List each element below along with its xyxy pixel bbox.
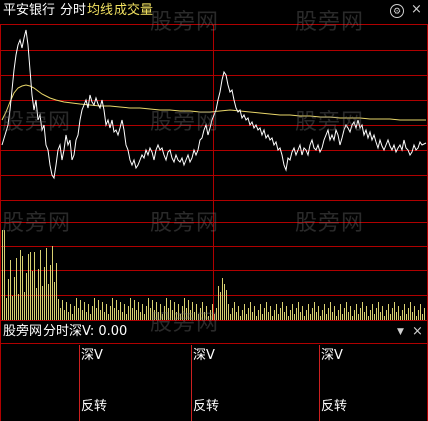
signal-deep-v-label: 深V bbox=[193, 348, 215, 363]
signal-reversal-label: 反转 bbox=[193, 399, 220, 414]
mode-label[interactable]: 分时 bbox=[60, 4, 86, 18]
signal-deep-v-label: 深V bbox=[321, 348, 343, 363]
signal-reversal-label: 反转 bbox=[81, 399, 108, 414]
signal-reversal-label: 反转 bbox=[321, 399, 348, 414]
close-indicator-icon[interactable]: × bbox=[412, 324, 423, 339]
indicator-source: 股旁网 bbox=[3, 324, 43, 339]
indicator-value: 分时深V: 0.00 bbox=[43, 324, 128, 339]
volume-label: 成交量 bbox=[114, 3, 154, 18]
chart-header: 平安银行 分时 均线 成交量 bbox=[0, 0, 428, 24]
signal-deep-v-label: 深V bbox=[81, 348, 103, 363]
close-icon[interactable]: × bbox=[411, 3, 422, 17]
chevron-down-icon[interactable]: ▼ bbox=[397, 327, 404, 337]
average-line-label: 均线 bbox=[87, 3, 114, 18]
stock-name: 平安银行 bbox=[3, 3, 56, 18]
intraday-chart-panel: 股旁网 股旁网 股旁网 股旁网 股旁网 股旁网 股旁网 股旁网 股旁网 平安银行… bbox=[0, 0, 428, 421]
indicator-header: 股旁网 分时深V: 0.00 bbox=[0, 322, 428, 342]
settings-icon[interactable]: ⚙ bbox=[390, 4, 404, 18]
